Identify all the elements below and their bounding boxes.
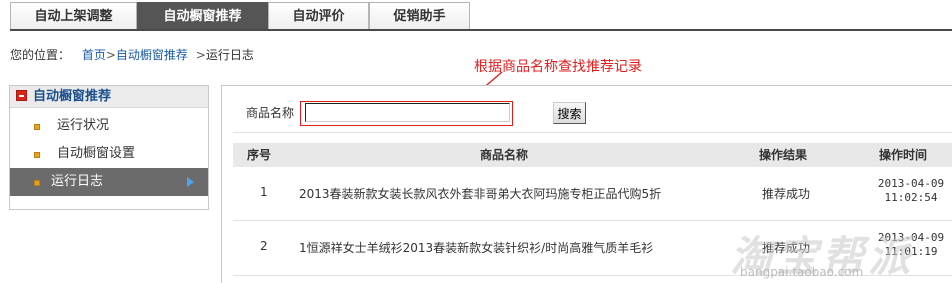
table-header: 序号 商品名称 操作结果 操作时间 [233,143,952,167]
breadcrumb-separator: > [105,48,116,62]
sidebar-item-label: 运行日志 [51,174,104,189]
sidebar-header[interactable]: 自动橱窗推荐 [10,86,208,108]
sidebar-item-label: 运行状况 [57,118,110,133]
search-button[interactable]: 搜索 [553,102,586,124]
search-label: 商品名称 [246,106,295,120]
arrow-right-icon [187,177,194,187]
sidebar-item-run-log[interactable]: 运行日志 [10,168,208,196]
row-result: 推荐成功 [762,187,811,201]
sidebar-header-label: 自动橱窗推荐 [33,89,112,104]
row-time: 2013-04-09 11:02:54 [876,177,946,205]
row-date: 2013-04-09 [877,177,945,190]
row-divider [233,220,952,221]
row-number: 2 [260,239,268,253]
breadcrumb-section-link[interactable]: 自动橱窗推荐 [116,48,188,62]
row-product-name: 1恒源祥女士羊绒衫2013春装新款女装针织衫/时尚高雅气质羊毛衫 [299,241,654,255]
bullet-icon [34,152,40,158]
breadcrumb-home-link[interactable]: 首页 [82,48,106,62]
product-name-search-input[interactable] [305,103,510,122]
column-header-time: 操作时间 [879,148,928,162]
sidebar-item-label: 自动橱窗设置 [57,146,136,161]
column-header-result: 操作结果 [759,148,808,162]
watermark-url: bangpai.taobao.com [740,265,864,279]
sidebar: 自动橱窗推荐 运行状况 自动橱窗设置 运行日志 [9,85,209,210]
row-number: 1 [260,185,268,199]
sidebar-item-showcase-settings[interactable]: 自动橱窗设置 [10,140,208,168]
tab-promo-helper[interactable]: 促销助手 [369,2,470,29]
bullet-icon [34,124,40,130]
column-header-no: 序号 [247,148,272,162]
top-tab-bar: 自动上架调整 自动橱窗推荐 自动评价 促销助手 [10,2,952,31]
row-clock: 11:02:54 [884,191,938,204]
row-product-name: 2013春装新款女装长款风衣外套非哥弟大衣阿玛施专柜正品代购5折 [299,187,662,201]
table-row: 1 2013春装新款女装长款风衣外套非哥弟大衣阿玛施专柜正品代购5折 推荐成功 … [233,168,952,218]
divider [233,132,952,133]
sidebar-item-run-status[interactable]: 运行状况 [10,112,208,140]
tab-auto-review[interactable]: 自动评价 [268,2,369,29]
column-header-product-name: 商品名称 [480,148,529,162]
breadcrumb-current: 运行日志 [205,48,254,62]
breadcrumb: 您的位置： 首页>自动橱窗推荐 >运行日志 [10,46,254,63]
collapse-icon[interactable] [16,90,27,101]
breadcrumb-prefix: 您的位置： [10,48,71,62]
tab-auto-listing[interactable]: 自动上架调整 [10,2,137,29]
breadcrumb-separator: > [195,48,206,62]
watermark: 淘宝帮派 bangpai.taobao.com [720,235,952,283]
bullet-icon [34,180,40,186]
tab-auto-showcase[interactable]: 自动橱窗推荐 [137,2,268,29]
